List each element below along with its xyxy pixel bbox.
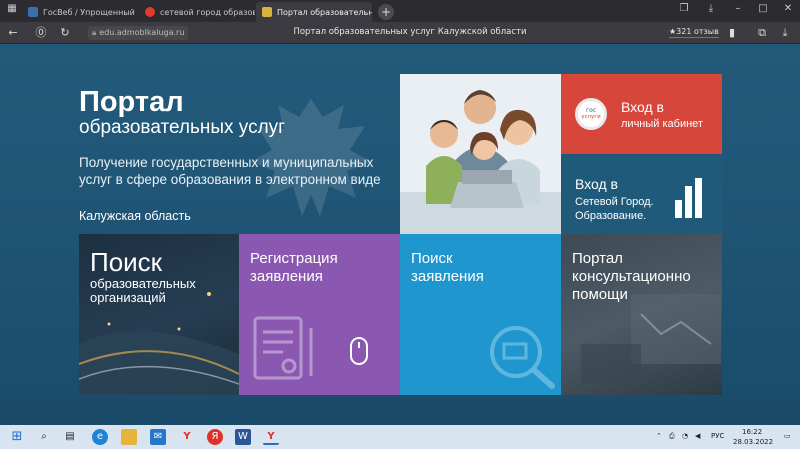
network-city-subtitle-1: Сетевой Город.: [575, 196, 654, 208]
yandex-protect-icon[interactable]: ⓪: [34, 26, 48, 40]
registration-tile[interactable]: Регистрация заявления: [239, 234, 400, 395]
notifications-icon[interactable]: ▭: [784, 432, 791, 440]
windows-taskbar: ⊞ ⌕ ▤ e ✉ Y Я W Y ⌃ ⎙ ◔ ◀ РУС 16:22 28.0…: [0, 425, 800, 449]
search-organizations-subtitle-2: организаций: [90, 290, 166, 305]
hero-title-line1: Портал: [79, 86, 184, 118]
search-organizations-tile[interactable]: Поиск образовательных организаций: [79, 234, 239, 395]
minimize-icon[interactable]: –: [730, 3, 746, 14]
hero-subtitle: Получение государственных и муниципальны…: [79, 155, 381, 187]
new-tab-button[interactable]: +: [378, 4, 394, 20]
tray-volume-icon[interactable]: ◀: [695, 432, 700, 440]
tab-portal[interactable]: Портал образовательн ✕: [256, 2, 372, 22]
region-label: Калужская область: [79, 209, 191, 223]
consultation-title-1: Портал: [572, 250, 623, 267]
clock-date[interactable]: 28.03.2022: [733, 438, 773, 446]
bookmark-icon[interactable]: ▮: [725, 26, 739, 40]
network-city-subtitle-2: Образование.: [575, 210, 647, 222]
personal-cabinet-title: Вход в: [621, 99, 664, 115]
tab-label: Портал образовательн: [277, 7, 372, 17]
tray-network-icon[interactable]: ⎙: [669, 432, 675, 441]
tab-label: сетевой город образован: [160, 7, 255, 17]
reload-icon[interactable]: ↻: [58, 26, 72, 40]
tab-gosweb[interactable]: ГосВеб / Упрощенный вв: [22, 2, 138, 22]
tab-label: ГосВеб / Упрощенный вв: [43, 7, 138, 17]
city-buildings-icon: [675, 178, 702, 218]
search-icon[interactable]: ⌕: [36, 429, 52, 445]
close-window-icon[interactable]: ✕: [780, 3, 796, 14]
portal-favicon-icon: [262, 7, 272, 17]
mail-icon[interactable]: ✉: [150, 429, 166, 445]
search-organizations-subtitle-1: образовательных: [90, 276, 196, 291]
maximize-icon[interactable]: □: [755, 3, 771, 14]
gosweb-favicon-icon: [28, 7, 38, 17]
consultation-tile[interactable]: Портал консультационно помощи: [561, 234, 722, 395]
collections-icon[interactable]: ❐: [676, 3, 692, 14]
search-organizations-title: Поиск: [90, 247, 163, 277]
registration-title-1: Регистрация: [250, 250, 338, 267]
lock-icon: 🔒︎: [92, 28, 97, 37]
consultation-title-2: консультационно: [572, 268, 691, 285]
browser-tab-strip: ▦ ГосВеб / Упрощенный вв сетевой город о…: [0, 0, 800, 22]
yandex-browser-active-icon[interactable]: Y: [263, 429, 279, 445]
download-arrow-icon[interactable]: ⤓: [778, 26, 792, 40]
registration-title-2: заявления: [250, 268, 323, 285]
yandex-favicon-icon: [145, 7, 155, 17]
url-text: edu.admoblkaluga.ru: [99, 28, 185, 37]
personal-cabinet-tile[interactable]: гос услуги Вход в личный кабинет: [561, 74, 722, 154]
magnifier-icon: [490, 326, 555, 389]
address-bar: ← ⓪ ↻ 🔒︎ edu.admoblkaluga.ru Портал образ…: [0, 22, 800, 44]
clock-time[interactable]: 16:22: [742, 428, 762, 436]
tab-network-city[interactable]: сетевой город образован: [139, 2, 255, 22]
windows-start-icon[interactable]: ⊞: [9, 429, 25, 445]
find-application-title-1: Поиск: [411, 250, 453, 267]
family-illustration: [400, 74, 561, 234]
page-title: Портал образовательных услуг Калужской о…: [293, 27, 527, 37]
tray-chevron-icon[interactable]: ⌃: [656, 432, 662, 440]
yandex-browser-icon[interactable]: Я: [207, 429, 223, 445]
downloads-icon[interactable]: ⤓: [703, 3, 719, 14]
browser-menu-icon[interactable]: ▦: [4, 3, 20, 14]
family-photo: [400, 74, 561, 234]
extensions-icon[interactable]: ⧉: [755, 26, 769, 40]
tray-wifi-icon[interactable]: ◔: [682, 432, 688, 440]
find-application-title-2: заявления: [411, 268, 484, 285]
consultation-title-3: помощи: [572, 286, 628, 303]
portal-page: Портал образовательных услуг Получение г…: [0, 44, 800, 425]
hero-title: Портал образовательных услуг: [79, 87, 285, 139]
task-view-icon[interactable]: ▤: [62, 429, 78, 445]
gosuslugi-logo-top: гос: [585, 107, 597, 114]
file-explorer-icon[interactable]: [121, 429, 137, 445]
word-icon[interactable]: W: [235, 429, 251, 445]
gosuslugi-logo-icon: гос услуги: [575, 98, 607, 130]
url-field[interactable]: 🔒︎ edu.admoblkaluga.ru: [88, 26, 189, 40]
personal-cabinet-subtitle: личный кабинет: [621, 118, 703, 130]
application-form-icon: [253, 316, 368, 380]
gosuslugi-logo-bottom: услуги: [581, 114, 601, 120]
find-application-tile[interactable]: Поиск заявления: [400, 234, 561, 395]
hero-title-line2: образовательных услуг: [79, 117, 286, 138]
reviews-badge[interactable]: ★321 отзыв: [669, 27, 719, 38]
input-language[interactable]: РУС: [711, 432, 724, 440]
network-city-title: Вход в: [575, 176, 618, 192]
yandex-icon[interactable]: Y: [179, 429, 195, 445]
back-icon[interactable]: ←: [6, 26, 20, 40]
network-city-tile[interactable]: Вход в Сетевой Город. Образование.: [561, 154, 722, 234]
edge-icon[interactable]: e: [92, 429, 108, 445]
